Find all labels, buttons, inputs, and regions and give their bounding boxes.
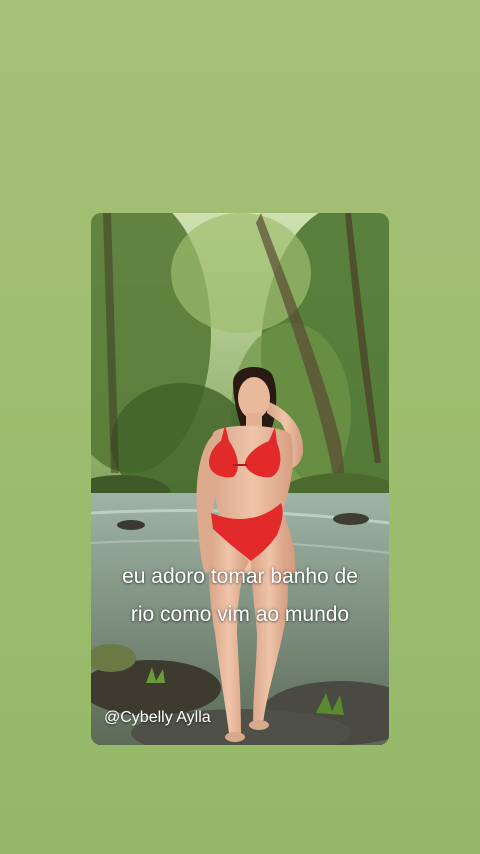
- story-photo-card[interactable]: [91, 213, 389, 745]
- river-forest-photo: [91, 213, 389, 745]
- author-handle[interactable]: @Cybelly Aylla: [104, 709, 211, 727]
- caption-line-2: rio como vim ao mundo: [130, 603, 350, 626]
- story-caption: eu adoro tomar banho de rio como vim ao …: [0, 558, 480, 634]
- caption-line-1: eu adoro tomar banho de: [122, 565, 358, 588]
